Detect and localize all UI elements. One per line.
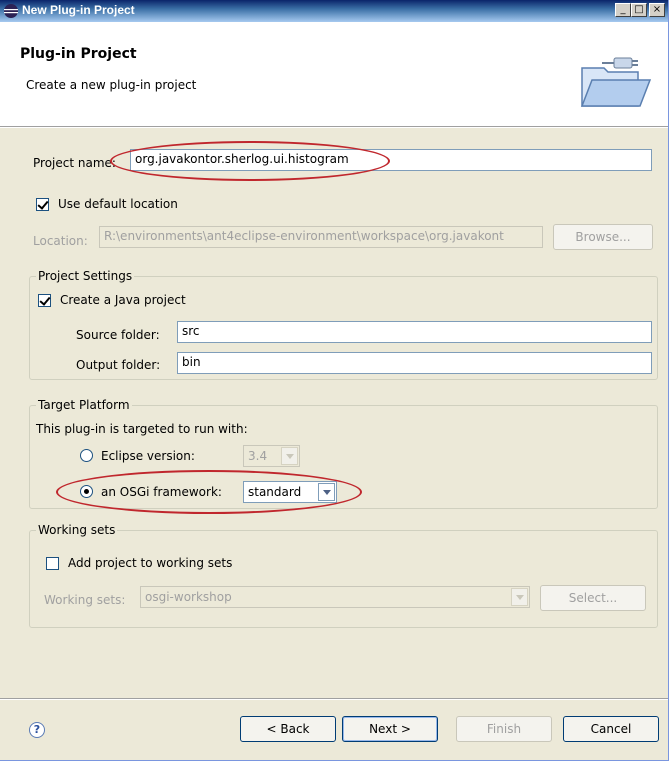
project-name-label: Project name: xyxy=(33,156,116,170)
header-separator xyxy=(0,126,668,128)
create-java-project-checkbox[interactable] xyxy=(38,294,51,307)
next-button[interactable]: Next > xyxy=(342,716,438,742)
page-title: Plug-in Project xyxy=(20,46,137,62)
working-sets-select[interactable]: osgi-workshop xyxy=(140,586,530,608)
help-icon[interactable]: ? xyxy=(29,722,45,738)
footer-separator xyxy=(0,698,668,700)
source-folder-label: Source folder: xyxy=(76,328,160,342)
project-settings-title: Project Settings xyxy=(36,269,135,283)
targeted-intro-text: This plug-in is targeted to run with: xyxy=(36,422,248,436)
page-description: Create a new plug-in project xyxy=(26,78,197,92)
osgi-framework-value: standard xyxy=(248,485,302,499)
cancel-button[interactable]: Cancel xyxy=(563,716,659,742)
back-button[interactable]: < Back xyxy=(240,716,336,742)
osgi-framework-select[interactable]: standard xyxy=(243,481,337,503)
select-working-sets-button[interactable]: Select... xyxy=(540,585,646,611)
output-folder-label: Output folder: xyxy=(76,358,161,372)
title-bar: New Plug-in Project _ □ × xyxy=(0,0,668,22)
add-to-working-sets-checkbox[interactable] xyxy=(46,557,59,570)
working-sets-value: osgi-workshop xyxy=(145,590,232,604)
eclipse-icon xyxy=(4,4,18,18)
add-to-working-sets-label: Add project to working sets xyxy=(68,556,233,570)
working-sets-group: Working sets xyxy=(29,523,658,628)
working-sets-label: Working sets: xyxy=(44,593,126,607)
browse-button[interactable]: Browse... xyxy=(553,224,653,250)
chevron-down-icon xyxy=(318,483,335,501)
eclipse-version-select[interactable]: 3.4 xyxy=(243,445,300,467)
eclipse-version-value: 3.4 xyxy=(248,449,268,463)
location-input[interactable]: R:\environments\ant4eclipse-environment\… xyxy=(99,226,543,248)
minimize-button[interactable]: _ xyxy=(615,3,631,17)
use-default-location-label: Use default location xyxy=(58,197,178,211)
use-default-location-checkbox[interactable] xyxy=(36,198,49,211)
source-folder-input[interactable]: src xyxy=(177,321,652,343)
create-java-project-label: Create a Java project xyxy=(60,293,186,307)
osgi-framework-radio[interactable] xyxy=(80,485,93,498)
folder-plug-icon xyxy=(580,57,652,107)
chevron-down-icon xyxy=(511,588,528,606)
eclipse-version-radio[interactable] xyxy=(80,449,93,462)
location-label: Location: xyxy=(33,234,88,248)
chevron-down-icon xyxy=(281,447,298,465)
close-button[interactable]: × xyxy=(649,3,665,17)
osgi-framework-label: an OSGi framework: xyxy=(101,485,222,499)
output-folder-input[interactable]: bin xyxy=(177,352,652,374)
window-title: New Plug-in Project xyxy=(22,3,135,17)
working-sets-title: Working sets xyxy=(36,523,118,537)
finish-button[interactable]: Finish xyxy=(456,716,552,742)
project-name-input[interactable]: org.javakontor.sherlog.ui.histogram xyxy=(130,149,652,171)
wizard-header: Plug-in Project Create a new plug-in pro… xyxy=(0,22,668,127)
new-plugin-project-dialog: New Plug-in Project _ □ × Plug-in Projec… xyxy=(0,0,669,761)
target-platform-title: Target Platform xyxy=(36,398,132,412)
eclipse-version-label: Eclipse version: xyxy=(101,449,195,463)
maximize-button[interactable]: □ xyxy=(631,3,647,17)
